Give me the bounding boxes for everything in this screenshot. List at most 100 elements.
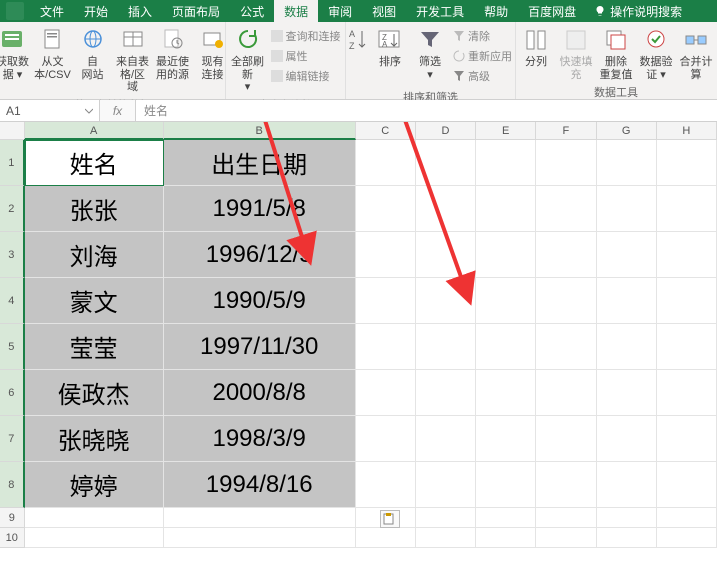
col-header-A[interactable]: A: [25, 122, 164, 140]
cell[interactable]: 出生日期: [164, 140, 356, 186]
cell[interactable]: [657, 140, 717, 186]
cell[interactable]: [476, 508, 536, 528]
remove-duplicates-button[interactable]: 删除 重复值: [596, 24, 636, 83]
reapply-button[interactable]: 重新应用: [453, 46, 512, 66]
cell[interactable]: [536, 370, 596, 416]
tab-view[interactable]: 视图: [362, 0, 406, 23]
cell[interactable]: [416, 528, 476, 548]
get-data-button[interactable]: 获取数 据 ▾: [0, 24, 33, 83]
cell[interactable]: [536, 186, 596, 232]
tab-home[interactable]: 开始: [74, 0, 118, 23]
cell[interactable]: [657, 278, 717, 324]
cell[interactable]: [597, 370, 657, 416]
cell[interactable]: [164, 528, 356, 548]
col-header-B[interactable]: B: [164, 122, 356, 140]
col-header-D[interactable]: D: [416, 122, 476, 140]
row-header-9[interactable]: 9: [0, 508, 25, 528]
formula-input[interactable]: 姓名: [136, 100, 717, 121]
cell[interactable]: [356, 528, 416, 548]
from-web-button[interactable]: 自 网站: [73, 24, 113, 83]
cell[interactable]: [597, 278, 657, 324]
cell[interactable]: [416, 140, 476, 186]
fx-button[interactable]: fx: [100, 100, 136, 121]
filter-button[interactable]: 筛选 ▾: [410, 24, 450, 83]
properties-button[interactable]: 属性: [271, 46, 341, 66]
cell[interactable]: [536, 232, 596, 278]
paste-options-badge[interactable]: [380, 510, 400, 528]
cell[interactable]: [536, 528, 596, 548]
cell[interactable]: [657, 462, 717, 508]
tab-help[interactable]: 帮助: [474, 0, 518, 23]
row-header-6[interactable]: 6: [0, 370, 25, 416]
cell[interactable]: [536, 416, 596, 462]
col-header-H[interactable]: H: [657, 122, 717, 140]
cell[interactable]: [416, 370, 476, 416]
cell[interactable]: [657, 324, 717, 370]
cell[interactable]: [597, 416, 657, 462]
sort-button[interactable]: ZA排序: [370, 24, 410, 71]
row-header-2[interactable]: 2: [0, 186, 25, 232]
cell[interactable]: [536, 462, 596, 508]
cell[interactable]: [356, 232, 416, 278]
cell[interactable]: [597, 462, 657, 508]
cell[interactable]: [164, 508, 356, 528]
col-header-E[interactable]: E: [476, 122, 536, 140]
cell[interactable]: [416, 324, 476, 370]
select-all-corner[interactable]: [0, 122, 25, 140]
row-header-4[interactable]: 4: [0, 278, 25, 324]
cell[interactable]: 1996/12/5: [164, 232, 356, 278]
cell[interactable]: [416, 416, 476, 462]
cell[interactable]: [597, 508, 657, 528]
cell[interactable]: [356, 416, 416, 462]
cell[interactable]: [597, 528, 657, 548]
cell[interactable]: [356, 186, 416, 232]
cell[interactable]: [416, 232, 476, 278]
sort-az-button[interactable]: AZ: [346, 24, 370, 58]
cell[interactable]: [356, 278, 416, 324]
tab-file[interactable]: 文件: [30, 0, 74, 23]
cell[interactable]: [356, 462, 416, 508]
cell[interactable]: [25, 508, 164, 528]
cell[interactable]: [597, 140, 657, 186]
col-header-G[interactable]: G: [597, 122, 657, 140]
cell[interactable]: [597, 324, 657, 370]
cell[interactable]: [356, 324, 416, 370]
cell[interactable]: [536, 140, 596, 186]
tab-review[interactable]: 审阅: [318, 0, 362, 23]
tell-me-search[interactable]: 操作说明搜索: [594, 3, 682, 20]
cell[interactable]: [476, 140, 536, 186]
edit-links-button[interactable]: 编辑链接: [271, 66, 341, 86]
cell[interactable]: [657, 528, 717, 548]
cell[interactable]: [476, 370, 536, 416]
cell[interactable]: [476, 462, 536, 508]
tab-baidu[interactable]: 百度网盘: [518, 0, 586, 23]
cell[interactable]: 张张: [25, 186, 164, 232]
cell[interactable]: 2000/8/8: [164, 370, 356, 416]
row-header-10[interactable]: 10: [0, 528, 25, 548]
cell[interactable]: 蒙文: [25, 278, 164, 324]
cell[interactable]: 1991/5/8: [164, 186, 356, 232]
tab-data[interactable]: 数据: [274, 0, 318, 23]
clear-filter-button[interactable]: 清除: [453, 26, 512, 46]
cell[interactable]: [597, 232, 657, 278]
cell[interactable]: [536, 278, 596, 324]
cell[interactable]: [476, 232, 536, 278]
queries-connections-button[interactable]: 查询和连接: [271, 26, 341, 46]
data-validation-button[interactable]: 数据验 证 ▾: [636, 24, 676, 83]
cell[interactable]: [657, 416, 717, 462]
cell[interactable]: 1997/11/30: [164, 324, 356, 370]
row-header-8[interactable]: 8: [0, 462, 25, 508]
row-header-1[interactable]: 1: [0, 140, 25, 186]
col-header-C[interactable]: C: [356, 122, 416, 140]
cell[interactable]: 1994/8/16: [164, 462, 356, 508]
cell[interactable]: [657, 186, 717, 232]
cell[interactable]: 莹莹: [25, 324, 164, 370]
cell[interactable]: [476, 324, 536, 370]
cell[interactable]: 张晓晓: [25, 416, 164, 462]
flash-fill-button[interactable]: 快速填充: [556, 24, 596, 83]
cell[interactable]: [416, 278, 476, 324]
cell[interactable]: [536, 508, 596, 528]
consolidate-button[interactable]: 合并计算: [676, 24, 716, 83]
cell[interactable]: [657, 508, 717, 528]
tab-insert[interactable]: 插入: [118, 0, 162, 23]
